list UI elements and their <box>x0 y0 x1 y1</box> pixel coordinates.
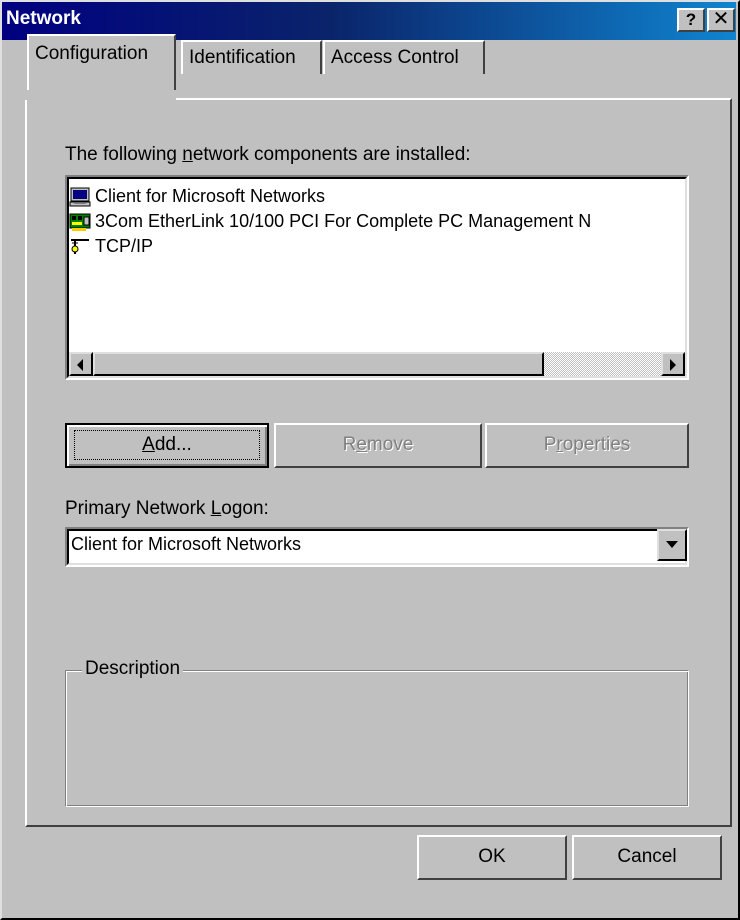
list-item-label: Client for Microsoft Networks <box>95 186 326 206</box>
add-button-accel: A <box>142 434 155 455</box>
tab-access-control-label: Access Control <box>331 47 459 68</box>
primary-logon-value: Client for Microsoft Networks <box>71 534 302 554</box>
network-adapter-icon <box>69 211 91 233</box>
network-client-icon <box>69 186 91 208</box>
chevron-down-icon <box>666 541 678 548</box>
remove-button-pre: R <box>342 434 357 455</box>
window-title: Network <box>6 8 81 29</box>
scroll-right-button[interactable] <box>661 352 685 376</box>
network-protocol-icon <box>69 236 91 258</box>
properties-button-pre: P <box>543 434 557 455</box>
list-item-label: 3Com EtherLink 10/100 PCI For Complete P… <box>95 211 592 231</box>
components-label: The following network components are ins… <box>65 144 471 166</box>
close-button[interactable]: ✕ <box>707 8 735 32</box>
add-button[interactable]: Add... <box>65 423 269 468</box>
close-icon: ✕ <box>712 8 730 30</box>
cancel-button[interactable]: Cancel <box>572 835 722 880</box>
list-item-label: TCP/IP <box>95 236 154 256</box>
primary-logon-label-prefix: Primary Network <box>65 498 211 519</box>
tab-identification-label: Identification <box>189 47 296 68</box>
add-button-label: dd... <box>154 434 192 455</box>
components-label-accel: n <box>182 144 193 165</box>
primary-logon-label-accel: L <box>210 498 222 519</box>
ok-button[interactable]: OK <box>417 835 567 880</box>
tab-configuration-label: Configuration <box>35 43 149 64</box>
dropdown-button[interactable] <box>657 529 687 561</box>
ok-button-label: OK <box>478 846 506 867</box>
add-button-focus: Add... <box>74 430 260 460</box>
primary-logon-label: Primary Network Logon: <box>65 498 269 520</box>
remove-button[interactable]: Remove <box>274 423 482 468</box>
scroll-thumb[interactable] <box>93 352 544 376</box>
description-legend: Description <box>82 658 184 680</box>
primary-logon-select[interactable]: Client for Microsoft Networks <box>65 527 689 567</box>
remove-button-label: move <box>366 434 414 455</box>
tab-identification[interactable]: Identification <box>181 40 322 74</box>
list-item[interactable]: 3Com EtherLink 10/100 PCI For Complete P… <box>69 209 591 233</box>
scroll-track[interactable] <box>544 352 661 376</box>
cancel-button-label: Cancel <box>617 846 677 867</box>
properties-button[interactable]: Properties <box>485 423 689 468</box>
tab-access-control[interactable]: Access Control <box>323 40 485 74</box>
arrow-left-icon <box>77 359 83 371</box>
components-listbox[interactable]: Client for Microsoft Networks 3Com Ether… <box>65 175 689 380</box>
horizontal-scrollbar[interactable] <box>69 352 685 376</box>
help-button[interactable]: ? <box>677 8 705 32</box>
description-group: Description <box>65 658 689 807</box>
properties-button-label: operties <box>562 434 631 455</box>
help-icon: ? <box>685 10 697 29</box>
components-label-suffix: etwork components are installed: <box>192 144 471 165</box>
scroll-left-button[interactable] <box>69 352 93 376</box>
list-item[interactable]: TCP/IP <box>69 234 153 258</box>
tab-configuration[interactable]: Configuration <box>27 34 176 90</box>
list-item[interactable]: Client for Microsoft Networks <box>69 184 325 208</box>
primary-logon-label-suffix: ogon: <box>221 498 269 519</box>
arrow-right-icon <box>670 359 676 371</box>
remove-button-accel: e <box>356 434 367 455</box>
components-label-prefix: The following <box>65 144 183 165</box>
